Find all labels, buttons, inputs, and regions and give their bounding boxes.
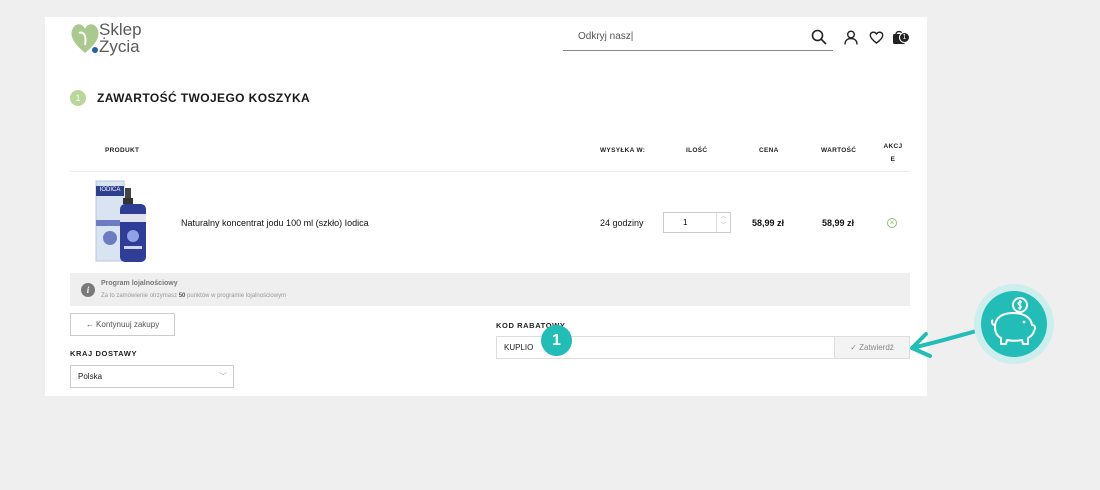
loyalty-banner: i Program lojalnościowy Za to zamówienie… <box>70 273 910 306</box>
product-image[interactable]: IODICA <box>93 180 151 265</box>
quantity-down-icon[interactable]: ﹀ <box>717 222 730 231</box>
quantity-arrows: ︿ ﹀ <box>716 213 730 232</box>
unit-price: 58,99 zł <box>752 218 785 228</box>
piggy-bank-icon <box>974 284 1054 364</box>
column-header-value: WARTOŚĆ <box>821 147 857 154</box>
column-header-price: CENA <box>759 147 779 154</box>
logo-text: Sklep Życia <box>99 21 142 55</box>
leaf-heart-icon <box>71 24 99 53</box>
delivery-country-select[interactable]: Polska ﹀ <box>70 365 234 388</box>
loyalty-title: Program lojalnościowy <box>101 280 178 287</box>
delivery-country-value: Polska <box>78 372 103 381</box>
step-badge: 1 <box>70 90 86 106</box>
search-bar <box>563 25 833 51</box>
cart-page: Sklep Życia 1 1 ZAWARTOŚĆ TWOJEGO KOSZYK… <box>45 17 927 396</box>
logo-line-2: Życia <box>99 37 140 56</box>
header-divider <box>70 171 910 172</box>
continue-shopping-button[interactable]: ← Kontynuuj zakupy <box>70 313 175 336</box>
quantity-input[interactable] <box>664 213 716 232</box>
quantity-up-icon[interactable]: ︿ <box>717 213 730 222</box>
loyalty-desc-text: Za to zamówienie otrzymasz <box>101 293 179 299</box>
chevron-down-icon: ﹀ <box>219 372 227 381</box>
site-logo[interactable]: Sklep Życia <box>69 19 169 59</box>
loyalty-description: Za to zamówienie otrzymasz 50 punktów w … <box>101 293 286 299</box>
cart-button[interactable]: 1 <box>892 29 912 45</box>
search-input[interactable] <box>578 31 778 42</box>
remove-item-icon[interactable]: × <box>887 218 897 228</box>
column-header-shipping: WYSYŁKA W: <box>600 147 646 154</box>
cart-count-badge: 1 <box>899 32 910 43</box>
delivery-country-label: KRAJ DOSTAWY <box>70 349 138 358</box>
product-name-link[interactable]: Naturalny koncentrat jodu 100 ml (szkło)… <box>181 218 369 228</box>
product-image-label: IODICA <box>99 187 121 193</box>
shipping-time: 24 godziny <box>600 218 644 228</box>
search-icon[interactable] <box>811 29 827 45</box>
line-total: 58,99 zł <box>822 218 855 228</box>
step-annotation-badge: 1 <box>541 325 572 356</box>
page-title: ZAWARTOŚĆ TWOJEGO KOSZYKA <box>97 91 311 105</box>
user-icon[interactable] <box>844 30 858 45</box>
loyalty-desc-suffix: punktów w programie lojalnościowym <box>185 293 287 299</box>
column-header-actions: AKCJE <box>883 143 903 163</box>
heart-icon[interactable] <box>869 31 884 44</box>
quantity-stepper: ︿ ﹀ <box>663 212 731 233</box>
column-header-product: PRODUKT <box>105 147 140 154</box>
column-header-quantity: ILOŚĆ <box>686 147 708 154</box>
info-icon: i <box>81 283 95 297</box>
logo-line-1: Sklep <box>99 20 142 39</box>
